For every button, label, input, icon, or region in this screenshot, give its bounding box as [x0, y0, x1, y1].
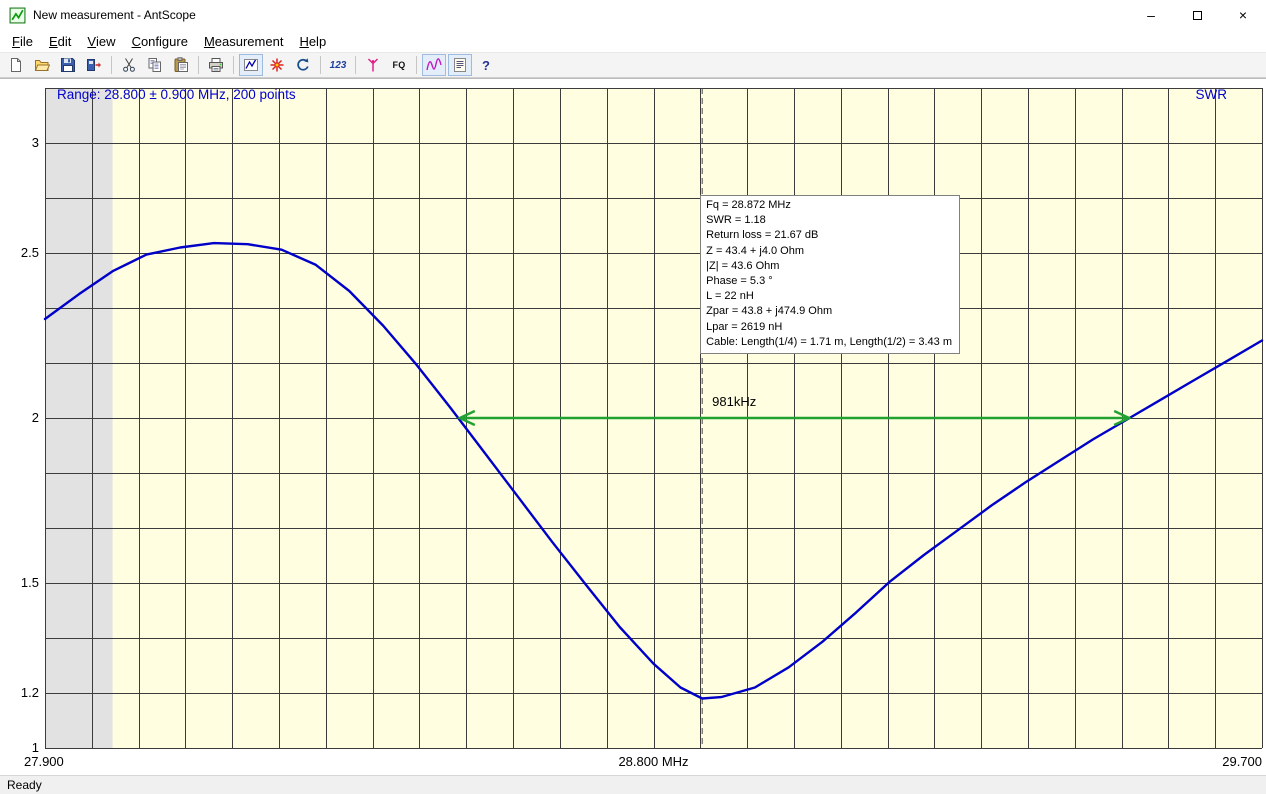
save-file-button[interactable] — [56, 54, 80, 76]
waveform-view-button[interactable] — [422, 54, 446, 76]
menu-edit[interactable]: Edit — [41, 30, 79, 52]
cursor-info-line: |Z| = 43.6 Ohm — [706, 259, 952, 274]
close-button[interactable]: × — [1220, 0, 1266, 30]
rescan-button[interactable] — [291, 54, 315, 76]
open-folder-icon — [34, 57, 50, 73]
toolbar-separator — [111, 56, 112, 74]
maximize-icon — [1193, 11, 1202, 20]
bandwidth-label: 981kHz — [712, 394, 756, 409]
cursor-info-line: Z = 43.4 + j4.0 Ohm — [706, 244, 952, 259]
new-measurement-button[interactable] — [4, 54, 28, 76]
menu-measurement[interactable]: Measurement — [196, 30, 292, 52]
cursor-info-line: Fq = 28.872 MHz — [706, 198, 952, 213]
frequency-settings-button[interactable]: FQ — [387, 54, 411, 76]
toolbar-separator — [198, 56, 199, 74]
cursor-info-line: SWR = 1.18 — [706, 213, 952, 228]
antscope-window: New measurement - AntScope – × FileEditV… — [0, 0, 1266, 794]
stop-measurement-button[interactable] — [265, 54, 289, 76]
new-document-icon — [8, 57, 24, 73]
chart-view-button[interactable] — [239, 54, 263, 76]
antenna-icon — [365, 57, 381, 73]
statusbar: Ready — [0, 775, 1266, 794]
window-title: New measurement - AntScope — [33, 8, 1128, 22]
toolbar-separator — [355, 56, 356, 74]
print-icon — [208, 57, 224, 73]
copy-icon — [147, 57, 163, 73]
swr-chart-area[interactable]: Range: 28.800 ± 0.900 MHz, 200 points SW… — [0, 78, 1266, 775]
menu-configure[interactable]: Configure — [124, 30, 196, 52]
toolbar-separator — [233, 56, 234, 74]
menu-help[interactable]: Help — [291, 30, 334, 52]
save-icon — [60, 57, 76, 73]
maximize-button[interactable] — [1174, 0, 1220, 30]
help-about-button[interactable]: ? — [474, 54, 498, 76]
app-icon — [9, 7, 26, 24]
burst-icon — [269, 57, 285, 73]
swr-plot[interactable] — [0, 78, 1266, 775]
report-view-button[interactable] — [448, 54, 472, 76]
toolbar: 123 FQ? — [0, 52, 1266, 78]
toolbar-separator — [416, 56, 417, 74]
cursor-info-line: Phase = 5.3 ° — [706, 274, 952, 289]
refresh-icon — [295, 57, 311, 73]
range-label: Range: 28.800 ± 0.900 MHz, 200 points — [57, 87, 296, 102]
numeric-view-button[interactable]: 123 — [326, 54, 350, 76]
export-icon — [86, 57, 102, 73]
cursor-info-line: Zpar = 43.8 + j474.9 Ohm — [706, 304, 952, 319]
cursor-info-line: Return loss = 21.67 dB — [706, 228, 952, 243]
series-label: SWR — [1196, 87, 1228, 102]
cursor-info-line: Lpar = 2619 nH — [706, 320, 952, 335]
open-file-button[interactable] — [30, 54, 54, 76]
fq-icon: FQ — [392, 60, 405, 70]
wave-icon — [426, 57, 442, 73]
list-icon — [452, 57, 468, 73]
cut-icon — [121, 57, 137, 73]
cursor-info-line: L = 22 nH — [706, 289, 952, 304]
cursor-info-box: Fq = 28.872 MHzSWR = 1.18Return loss = 2… — [700, 195, 960, 354]
export-data-button[interactable] — [82, 54, 106, 76]
toolbar-separator — [320, 56, 321, 74]
menu-file[interactable]: File — [4, 30, 41, 52]
print-button[interactable] — [204, 54, 228, 76]
window-controls: – × — [1128, 0, 1266, 30]
help-icon: ? — [482, 58, 490, 73]
cut-button[interactable] — [117, 54, 141, 76]
copy-button[interactable] — [143, 54, 167, 76]
menubar: FileEditViewConfigureMeasurementHelp — [0, 30, 1266, 52]
paste-button[interactable] — [169, 54, 193, 76]
titlebar: New measurement - AntScope – × — [0, 0, 1266, 30]
antenna-settings-button[interactable] — [361, 54, 385, 76]
chart-icon — [243, 57, 259, 73]
menu-view[interactable]: View — [79, 30, 123, 52]
num123-icon: 123 — [330, 60, 347, 71]
cursor-info-line: Cable: Length(1/4) = 1.71 m, Length(1/2)… — [706, 335, 952, 350]
status-text: Ready — [7, 778, 42, 792]
minimize-button[interactable]: – — [1128, 0, 1174, 30]
paste-icon — [173, 57, 189, 73]
